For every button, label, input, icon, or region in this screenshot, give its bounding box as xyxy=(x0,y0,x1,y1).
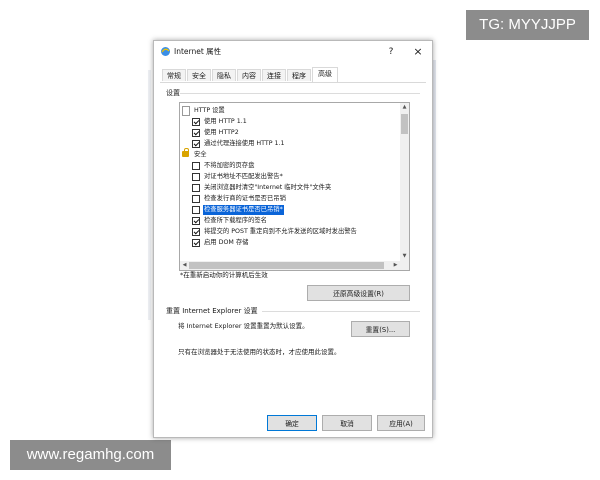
settings-divider xyxy=(180,93,420,94)
page-icon xyxy=(182,106,190,116)
checkbox[interactable] xyxy=(192,162,200,170)
background-window-edge-left xyxy=(148,70,151,320)
checkbox[interactable] xyxy=(192,206,200,214)
vertical-scroll-thumb[interactable] xyxy=(401,114,408,134)
checkbox[interactable] xyxy=(192,118,200,126)
restart-note: *在重新启动你的计算机后生效 xyxy=(180,271,268,279)
tab-privacy[interactable]: 隐私 xyxy=(212,69,236,81)
horizontal-scrollbar[interactable]: ◀ ▶ xyxy=(180,261,409,270)
reset-warning-note: 只有在浏览器处于无法使用的状态时，才应使用此设置。 xyxy=(178,348,341,356)
item-label: 安全 xyxy=(194,151,207,158)
tab-connections[interactable]: 连接 xyxy=(262,69,286,81)
item-label-selected: 检查服务器证书是否已吊销* xyxy=(203,205,284,215)
scroll-up-icon[interactable]: ▲ xyxy=(400,103,409,112)
background-window-edge xyxy=(433,60,436,400)
item-label: 检查发行商的证书是否已吊销 xyxy=(204,195,286,202)
reset-group-label: 重置 Internet Explorer 设置 xyxy=(166,307,258,315)
lock-icon xyxy=(182,148,189,157)
internet-options-icon xyxy=(161,47,170,56)
reset-divider xyxy=(262,311,420,312)
checkbox[interactable] xyxy=(192,140,200,148)
cancel-button[interactable]: 取消 xyxy=(322,415,372,431)
advanced-settings-list[interactable]: HTTP 设置 使用 HTTP 1.1 使用 HTTP2 通过代理连接使用 HT… xyxy=(179,102,410,271)
tab-content[interactable]: 内容 xyxy=(237,69,261,81)
checkbox[interactable] xyxy=(192,217,200,225)
tab-general[interactable]: 常规 xyxy=(162,69,186,81)
ok-button[interactable]: 确定 xyxy=(267,415,317,431)
checkbox[interactable] xyxy=(192,184,200,192)
item-label: 检查所下载程序的签名 xyxy=(204,217,267,224)
item-label: 不将加密的页存盘 xyxy=(204,162,255,169)
checkbox[interactable] xyxy=(192,129,200,137)
item-label: 对证书地址不匹配发出警告* xyxy=(204,173,283,180)
scroll-down-icon[interactable]: ▼ xyxy=(400,252,409,261)
watermark-top: TG: MYYJJPP xyxy=(466,10,589,40)
item-label: HTTP 设置 xyxy=(194,107,225,114)
item-label: 使用 HTTP 1.1 xyxy=(204,118,247,125)
tab-programs[interactable]: 程序 xyxy=(287,69,311,81)
title-bar[interactable]: Internet 属性 ? × xyxy=(154,41,432,63)
tab-security[interactable]: 安全 xyxy=(187,69,211,81)
scroll-right-icon[interactable]: ▶ xyxy=(391,261,400,270)
internet-properties-dialog: Internet 属性 ? × 常规 安全 隐私 内容 连接 程序 高级 设置 … xyxy=(153,40,433,438)
tab-strip: 常规 安全 隐私 内容 连接 程序 高级 xyxy=(160,67,426,83)
vertical-scrollbar[interactable]: ▲ ▼ xyxy=(400,103,409,261)
help-button[interactable]: ? xyxy=(383,44,399,60)
item-label: 使用 HTTP2 xyxy=(204,129,239,136)
watermark-bottom: www.regamhg.com xyxy=(10,440,171,470)
checkbox[interactable] xyxy=(192,195,200,203)
dialog-title: Internet 属性 xyxy=(174,47,222,56)
tab-advanced[interactable]: 高级 xyxy=(312,67,338,82)
checkbox[interactable] xyxy=(192,239,200,247)
horizontal-scroll-thumb[interactable] xyxy=(189,262,384,269)
item-label: 关闭浏览器时清空"Internet 临时文件"文件夹 xyxy=(204,184,332,191)
restore-advanced-button[interactable]: 还原高级设置(R) xyxy=(307,285,410,301)
close-button[interactable]: × xyxy=(410,44,426,60)
item-label: 将提交的 POST 重定向到不允许发送的区域时发出警告 xyxy=(204,228,357,235)
checkbox[interactable] xyxy=(192,228,200,236)
item-label: 通过代理连接使用 HTTP 1.1 xyxy=(204,140,285,147)
scroll-left-icon[interactable]: ◀ xyxy=(180,261,189,270)
apply-button[interactable]: 应用(A) xyxy=(377,415,425,431)
checkbox[interactable] xyxy=(192,173,200,181)
settings-group-label: 设置 xyxy=(166,89,180,97)
reset-button[interactable]: 重置(S)... xyxy=(351,321,410,337)
reset-description: 将 Internet Explorer 设置重置为默认设置。 xyxy=(178,322,309,330)
item-label: 启用 DOM 存储 xyxy=(204,239,249,246)
